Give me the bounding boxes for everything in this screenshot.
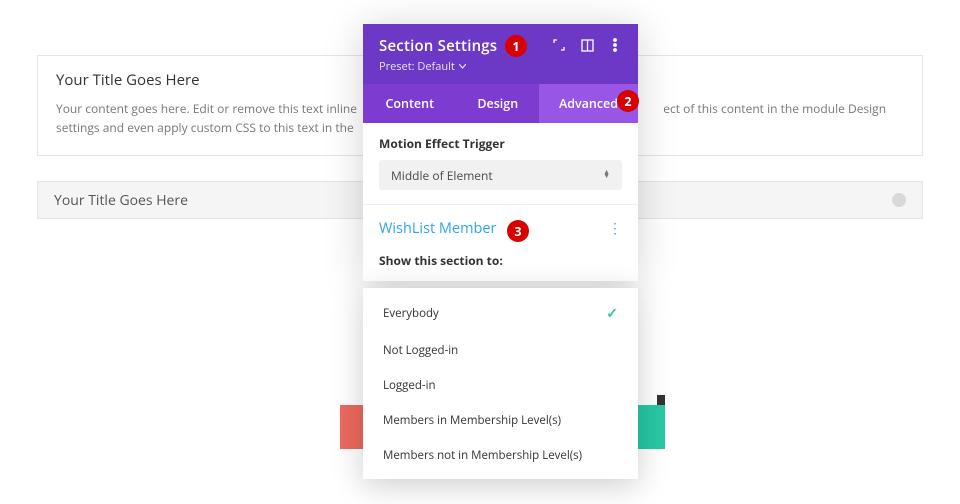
wlm-kebab-menu-icon[interactable]: ⋮ [608,219,622,238]
sort-arrows-icon: ▲▼ [603,171,610,179]
motion-effect-label: Motion Effect Trigger [379,135,622,152]
show-section-label: Show this section to: [379,252,622,269]
check-icon: ✓ [606,304,618,323]
modal-header: Section Settings Preset: Default [363,24,638,84]
select-value: Middle of Element [391,167,493,184]
preset-selector[interactable]: Preset: Default [379,59,552,74]
option-members-in-level[interactable]: Members in Membership Level(s) [363,403,638,438]
section-settings-modal: Section Settings Preset: Default [363,24,638,281]
panel-icon[interactable] [580,38,594,52]
collapse-icon[interactable] [892,193,906,207]
option-everybody[interactable]: Everybody ✓ [363,294,638,333]
tab-design[interactable]: Design [457,84,540,123]
modal-tabs: Content Design Advanced [363,84,638,123]
show-section-dropdown: Everybody ✓ Not Logged-in Logged-in Memb… [363,288,638,479]
wishlist-member-heading[interactable]: WishList Member [379,219,496,238]
chevron-down-icon [459,64,466,69]
tab-content[interactable]: Content [363,84,457,123]
kebab-menu-icon[interactable] [608,38,622,52]
option-members-not-in-level[interactable]: Members not in Membership Level(s) [363,438,638,473]
option-logged-in[interactable]: Logged-in [363,368,638,403]
motion-effect-select[interactable]: Middle of Element ▲▼ [379,160,622,190]
option-not-logged-in[interactable]: Not Logged-in [363,333,638,368]
annotation-badge-3: 3 [507,220,529,242]
module-title: Your Title Goes Here [54,191,188,210]
annotation-badge-2: 2 [617,90,639,112]
expand-icon[interactable] [552,38,566,52]
divider [363,204,638,205]
annotation-badge-1: 1 [505,35,527,57]
